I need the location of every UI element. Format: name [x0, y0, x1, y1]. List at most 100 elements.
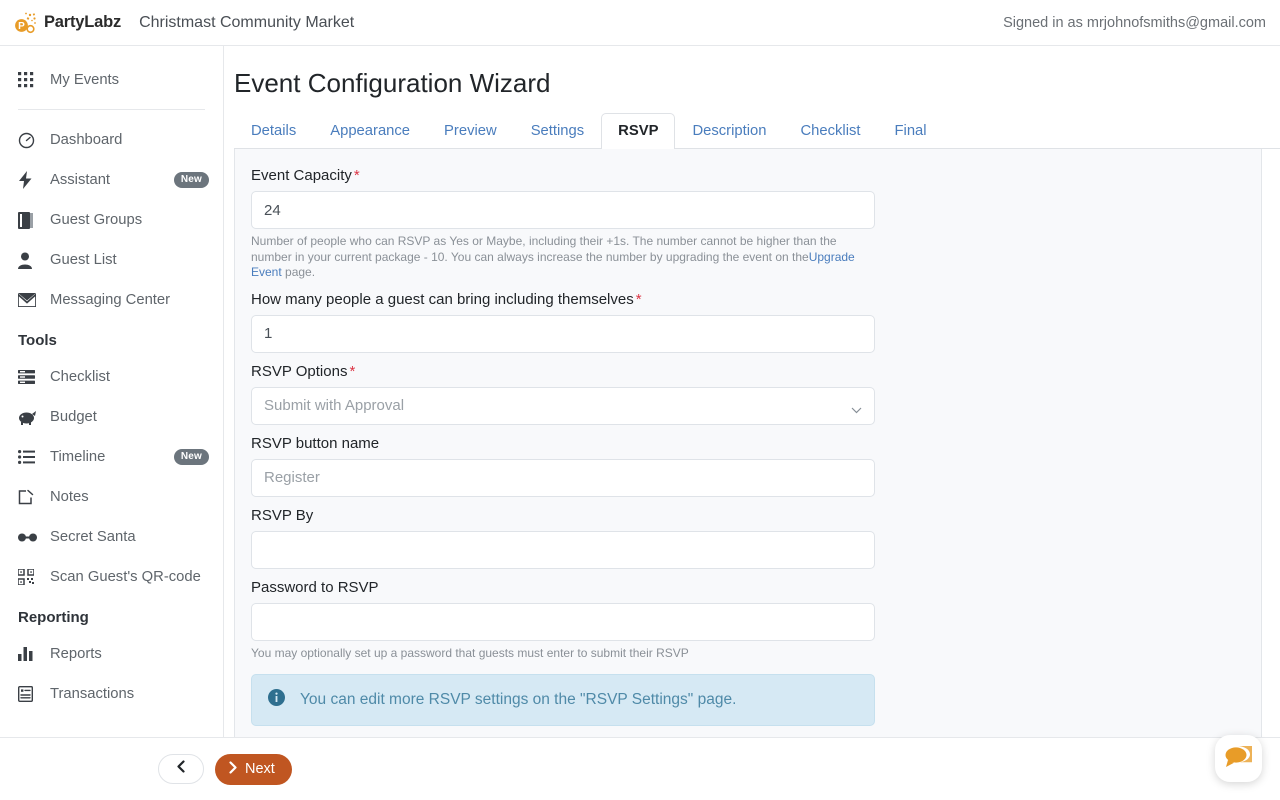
sidebar-item-label: Dashboard: [50, 132, 123, 148]
tab-description[interactable]: Description: [675, 113, 783, 149]
grid-icon: [18, 70, 40, 90]
sidebar-item-label: Notes: [50, 489, 89, 505]
label-text: Event Capacity: [251, 167, 352, 184]
wizard-navigation-bar: Next: [0, 737, 1280, 800]
person-icon: [18, 250, 40, 270]
required-marker: *: [349, 362, 356, 380]
tab-details[interactable]: Details: [234, 113, 313, 149]
sidebar-item-label: Assistant: [50, 172, 111, 188]
event-capacity-label: Event Capacity *: [251, 167, 1245, 184]
sidebar-heading-tools: Tools: [18, 332, 57, 349]
password-to-rsvp-input[interactable]: [251, 602, 875, 641]
info-circle-icon: [268, 689, 286, 711]
sidebar-item-notes[interactable]: Notes: [0, 477, 223, 517]
sidebar-item-label: Scan Guest's QR-code: [50, 569, 201, 585]
field-rsvp-button-name: RSVP button name Register: [251, 435, 1245, 497]
top-bar: P PartyLabz Christmast Community Market …: [0, 0, 1280, 46]
rsvp-by-input[interactable]: [251, 530, 875, 569]
sidebar-divider: [18, 109, 205, 110]
sidebar-item-label: Timeline: [50, 449, 106, 465]
bolt-icon: [18, 170, 40, 190]
sidebar-item-label: Messaging Center: [50, 292, 171, 308]
chevron-left-icon: [177, 760, 185, 778]
signed-in-label: Signed in as mrjohnofsmiths@gmail.com: [1003, 14, 1266, 31]
chevron-right-icon: [229, 760, 237, 778]
rsvp-options-select-wrap: Submit with Approval: [251, 386, 875, 425]
tab-final[interactable]: Final: [878, 113, 944, 149]
field-rsvp-options: RSVP Options * Submit with Approval: [251, 363, 1245, 425]
sidebar-heading-reporting: Reporting: [18, 609, 89, 626]
event-name: Christmast Community Market: [139, 13, 355, 31]
sidebar-item-guest-list[interactable]: Guest List: [0, 240, 223, 280]
password-to-rsvp-help: You may optionally set up a password tha…: [251, 645, 689, 660]
sidebar-item-label: My Events: [50, 72, 120, 88]
required-marker: *: [353, 167, 360, 184]
book-icon: [18, 210, 40, 230]
sidebar-item-my-events[interactable]: My Events: [0, 60, 223, 100]
field-plus-ones: How many people a guest can bring includ…: [251, 291, 1245, 353]
sidebar-item-messaging-center[interactable]: Messaging Center: [0, 280, 223, 320]
alert-text: You can edit more RSVP settings on the "…: [300, 691, 737, 708]
event-capacity-input[interactable]: 24: [251, 191, 875, 229]
sidebar-item-guest-groups[interactable]: Guest Groups: [0, 200, 223, 240]
sidebar-item-dashboard[interactable]: Dashboard: [0, 120, 223, 160]
sidebar-item-scan-qr[interactable]: Scan Guest's QR-code: [0, 557, 223, 597]
brand-name: PartyLabz: [44, 13, 122, 31]
tab-rsvp[interactable]: RSVP: [601, 113, 676, 149]
field-rsvp-by: RSVP By: [251, 507, 1245, 569]
qr-code-icon: [18, 567, 40, 587]
sidebar-item-reports[interactable]: Reports: [0, 634, 223, 674]
required-marker: *: [635, 290, 642, 308]
sidebar: My Events Dashboard Assistant New Guest …: [0, 46, 224, 737]
checklist-icon: [18, 367, 40, 387]
sidebar-item-label: Guest Groups: [50, 212, 143, 228]
sidebar-item-label: Secret Santa: [50, 529, 136, 545]
bar-chart-icon: [18, 644, 40, 664]
label-text: How many people a guest can bring includ…: [251, 290, 634, 308]
sidebar-item-budget[interactable]: Budget: [0, 397, 223, 437]
rsvp-options-label: RSVP Options *: [251, 363, 1245, 380]
sidebar-item-label: Checklist: [50, 369, 111, 385]
badge-new: New: [173, 449, 209, 465]
field-password-to-rsvp: Password to RSVP You may optionally set …: [251, 579, 1245, 662]
tab-preview[interactable]: Preview: [427, 113, 514, 149]
sidebar-item-label: Budget: [50, 409, 97, 425]
rsvp-settings-panel: Event Capacity * 24 Number of people who …: [234, 149, 1262, 737]
sidebar-item-transactions[interactable]: Transactions: [0, 674, 223, 714]
help-text-after: page.: [281, 265, 316, 279]
svg-text:P: P: [18, 21, 25, 32]
piggy-bank-icon: [18, 407, 40, 427]
party-popper-icon: P: [12, 9, 40, 37]
sidebar-item-label: Transactions: [50, 686, 135, 702]
rsvp-settings-info-alert: You can edit more RSVP settings on the "…: [251, 674, 875, 726]
sidebar-item-assistant[interactable]: Assistant New: [0, 160, 223, 200]
rsvp-button-name-label: RSVP button name: [251, 434, 380, 452]
chat-widget-button[interactable]: [1215, 735, 1262, 782]
event-capacity-help: Number of people who can RSVP as Yes or …: [251, 234, 871, 281]
plus-ones-label: How many people a guest can bring includ…: [251, 291, 1245, 308]
sidebar-item-label: Reports: [50, 646, 102, 662]
field-event-capacity: Event Capacity * 24 Number of people who …: [251, 167, 1245, 281]
brand-logo[interactable]: P PartyLabz: [12, 9, 121, 37]
page-title: Event Configuration Wizard: [234, 68, 551, 98]
tab-checklist[interactable]: Checklist: [783, 113, 877, 149]
plus-ones-input[interactable]: 1: [251, 314, 875, 353]
next-step-label: Next: [245, 761, 275, 777]
rsvp-button-name-input[interactable]: Register: [251, 458, 875, 497]
badge-new: New: [173, 172, 209, 188]
rsvp-options-select[interactable]: Submit with Approval: [251, 386, 875, 425]
next-step-button[interactable]: Next: [215, 753, 292, 785]
main-content: Event Configuration Wizard Details Appea…: [225, 46, 1280, 737]
list-icon: [18, 447, 40, 467]
previous-step-button[interactable]: [158, 754, 204, 784]
receipt-icon: [18, 684, 40, 704]
note-edit-icon: [18, 487, 40, 507]
tab-appearance[interactable]: Appearance: [313, 113, 427, 149]
sidebar-item-label: Guest List: [50, 252, 117, 268]
sidebar-item-timeline[interactable]: Timeline New: [0, 437, 223, 477]
tab-settings[interactable]: Settings: [514, 113, 601, 149]
sidebar-item-checklist[interactable]: Checklist: [0, 357, 223, 397]
rsvp-by-label: RSVP By: [251, 506, 314, 524]
sidebar-item-secret-santa[interactable]: Secret Santa: [0, 517, 223, 557]
envelope-icon: [18, 290, 40, 310]
